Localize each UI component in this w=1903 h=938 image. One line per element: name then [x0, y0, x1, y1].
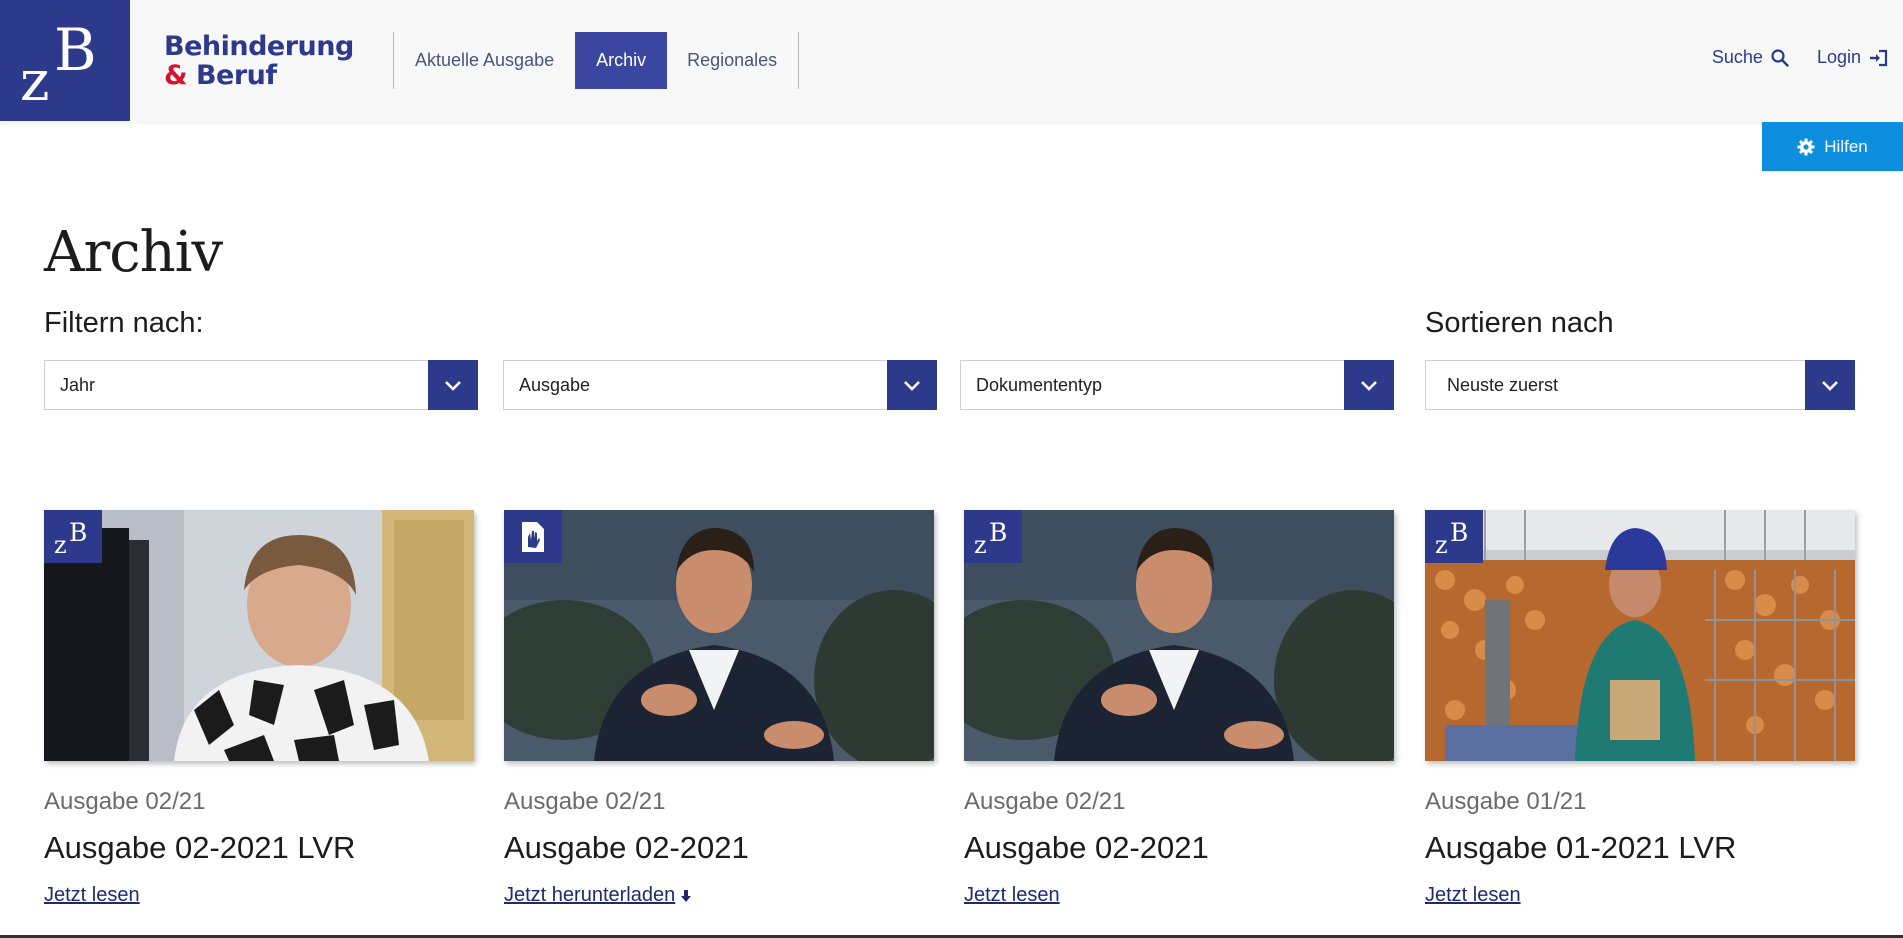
- brand-wordmark[interactable]: Behinderung & Beruf: [164, 32, 354, 90]
- svg-text:B: B: [54, 20, 97, 84]
- main-nav: Aktuelle Ausgabe Archiv Regionales: [393, 32, 800, 89]
- zb-logo-icon: z B: [20, 20, 97, 102]
- card-image[interactable]: zB: [964, 510, 1394, 761]
- download-link[interactable]: Jetzt herunterladen: [504, 884, 692, 907]
- nav-aktuelle-ausgabe[interactable]: Aktuelle Ausgabe: [394, 32, 575, 89]
- photo-man-in-suit: [504, 510, 934, 761]
- filter-jahr-value: Jahr: [60, 375, 96, 395]
- login-icon: [1870, 49, 1888, 66]
- card-image[interactable]: [504, 510, 934, 761]
- read-link[interactable]: Jetzt lesen: [1425, 884, 1521, 907]
- zb-logo[interactable]: z B: [0, 0, 130, 121]
- sort-select[interactable]: Neuste zuerst: [1425, 360, 1855, 410]
- help-button[interactable]: Hilfen: [1762, 122, 1903, 171]
- nav-regionales[interactable]: Regionales: [666, 32, 798, 89]
- card-image[interactable]: zB: [44, 510, 474, 761]
- card-title[interactable]: Ausgabe 02-2021 LVR: [44, 830, 474, 866]
- svg-text:B: B: [69, 519, 87, 547]
- archive-card: Ausgabe 02/21 Ausgabe 02-2021 Jetzt heru…: [504, 510, 934, 907]
- sort-value: Neuste zuerst: [1447, 375, 1559, 395]
- chevron-down-icon[interactable]: [1344, 360, 1394, 410]
- search-link[interactable]: Suche: [1712, 47, 1789, 68]
- filter-dokumententyp-select[interactable]: Dokumententyp: [960, 360, 1394, 410]
- filter-jahr-select[interactable]: Jahr: [44, 360, 478, 410]
- read-link[interactable]: Jetzt lesen: [44, 884, 140, 907]
- zb-logo-icon: zB: [964, 510, 1022, 563]
- card-title[interactable]: Ausgabe 01-2021 LVR: [1425, 830, 1855, 866]
- svg-text:z: z: [54, 531, 67, 555]
- photo-man-in-suit: [964, 510, 1394, 761]
- gear-icon: [1797, 138, 1815, 155]
- archive-card: zB Ausgabe 01/21 Ausgabe 01-2021 LVR Jet…: [1425, 510, 1855, 907]
- sort-label: Sortieren nach: [1425, 307, 1614, 339]
- svg-text:z: z: [974, 531, 987, 555]
- archive-card: zB Ausgabe 02/21 Ausgabe 02-2021 LVR Jet…: [44, 510, 474, 907]
- svg-text:z: z: [1435, 531, 1448, 555]
- svg-text:B: B: [1450, 519, 1468, 547]
- search-label: Suche: [1711, 47, 1763, 67]
- card-title[interactable]: Ausgabe 02-2021: [964, 830, 1394, 866]
- svg-text:B: B: [989, 519, 1007, 547]
- read-link-label: Jetzt lesen: [1425, 884, 1521, 906]
- download-link-label: Jetzt herunterladen: [504, 884, 676, 906]
- brand-ampersand: &: [164, 60, 188, 91]
- card-issue: Ausgabe 02/21: [44, 788, 206, 815]
- card-title[interactable]: Ausgabe 02-2021: [504, 830, 934, 866]
- header-actions: Suche Login: [1712, 47, 1888, 68]
- read-link[interactable]: Jetzt lesen: [964, 884, 1060, 907]
- card-issue: Ausgabe 02/21: [504, 788, 666, 815]
- zb-logo-icon: zB: [1425, 510, 1483, 563]
- card-issue: Ausgabe 01/21: [1425, 788, 1587, 815]
- read-link-label: Jetzt lesen: [964, 884, 1060, 906]
- sign-language-document-icon: [504, 510, 562, 563]
- card-issue: Ausgabe 02/21: [964, 788, 1126, 815]
- filter-label: Filtern nach:: [44, 307, 204, 339]
- filter-ausgabe-select[interactable]: Ausgabe: [503, 360, 937, 410]
- read-link-label: Jetzt lesen: [44, 884, 140, 906]
- chevron-down-icon[interactable]: [887, 360, 937, 410]
- search-icon: [1771, 48, 1789, 67]
- card-image[interactable]: zB: [1425, 510, 1855, 761]
- page-title: Archiv: [44, 220, 223, 285]
- brand-line1: Behinderung: [164, 31, 354, 62]
- chevron-down-icon[interactable]: [1805, 360, 1855, 410]
- arrow-down-icon: [681, 889, 692, 902]
- filter-ausgabe-value: Ausgabe: [519, 375, 591, 395]
- login-link[interactable]: Login: [1817, 47, 1888, 68]
- archive-card: zB Ausgabe 02/21 Ausgabe 02-2021 Jetzt l…: [964, 510, 1394, 907]
- filter-dokumententyp-value: Dokumententyp: [976, 375, 1103, 395]
- nav-archiv[interactable]: Archiv: [575, 32, 668, 89]
- help-label: Hilfen: [1824, 136, 1868, 156]
- chevron-down-icon[interactable]: [428, 360, 478, 410]
- site-header: z B Behinderung & Beruf Aktuelle Ausgabe…: [0, 0, 1903, 122]
- brand-line2: Beruf: [195, 60, 277, 91]
- zb-logo-icon: zB: [44, 510, 102, 563]
- photo-worker-firewood: [1425, 510, 1855, 761]
- photo-woman-at-computer: [44, 510, 474, 761]
- login-label: Login: [1816, 47, 1861, 67]
- svg-text:z: z: [20, 49, 50, 102]
